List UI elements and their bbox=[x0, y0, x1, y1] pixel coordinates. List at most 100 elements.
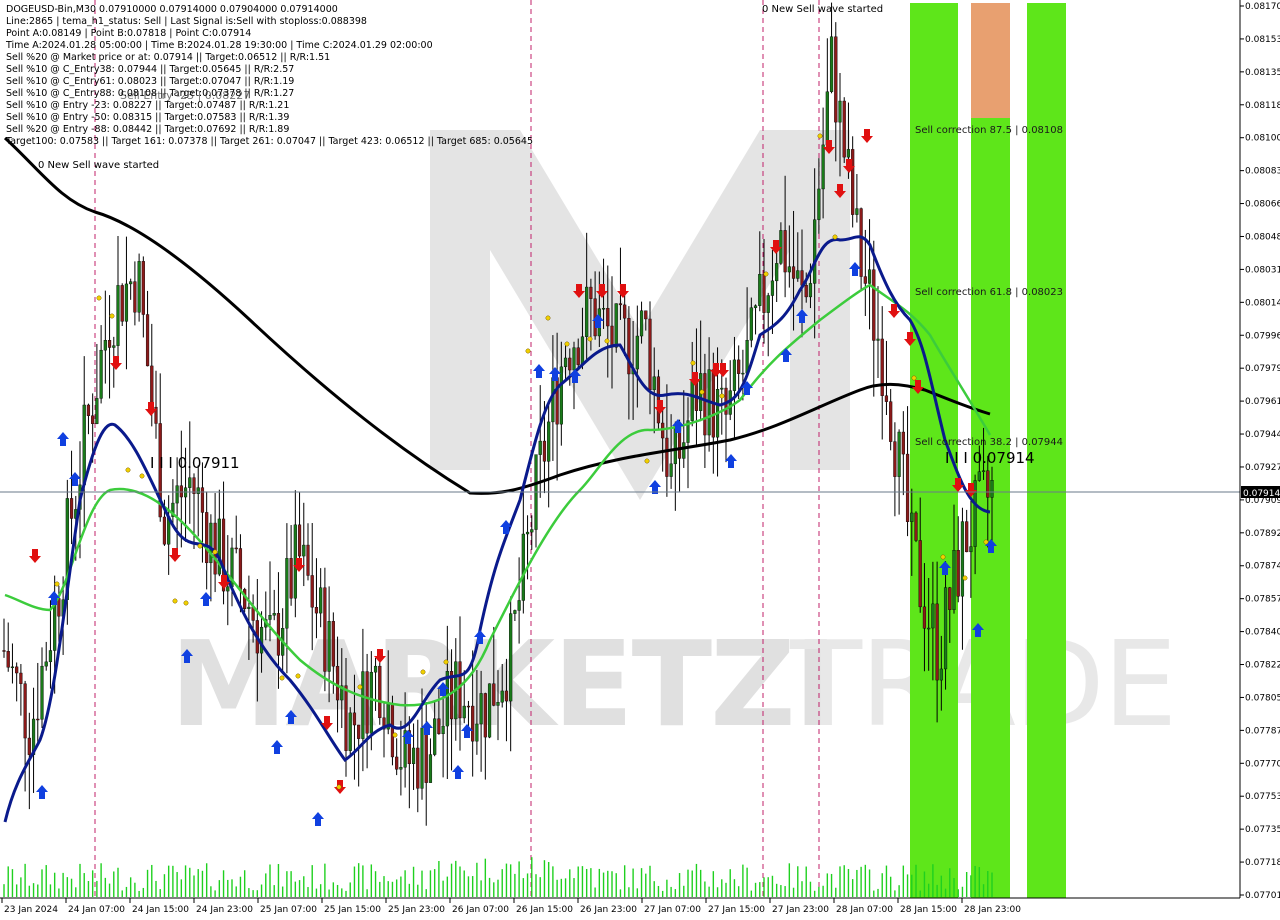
price-tick-label: 0.07927 bbox=[1245, 463, 1280, 473]
candle-body bbox=[196, 487, 200, 494]
candle-body bbox=[563, 357, 568, 368]
candle-body bbox=[285, 558, 289, 629]
candle-body bbox=[960, 521, 965, 597]
candle-body bbox=[665, 437, 669, 477]
info-line: DOGEUSD-Bin,M30 0.07910000 0.07914000 0.… bbox=[6, 4, 338, 15]
info-line: Sell %20 @ Entry -88: 0.08442 || Target:… bbox=[6, 124, 289, 135]
candle-body bbox=[787, 266, 791, 273]
candle-body bbox=[162, 516, 167, 545]
candle-body bbox=[36, 718, 40, 721]
candle-body bbox=[302, 544, 306, 557]
candle-body bbox=[867, 269, 872, 284]
candle-body bbox=[986, 470, 990, 498]
candle-body bbox=[475, 723, 479, 742]
candle-body bbox=[783, 230, 787, 273]
candle-body bbox=[95, 398, 99, 424]
signal-dot-icon bbox=[763, 271, 769, 277]
candle-body bbox=[521, 533, 525, 601]
candle-body bbox=[914, 512, 918, 541]
price-tick-label: 0.07718 bbox=[1245, 858, 1280, 868]
candle-body bbox=[103, 340, 107, 351]
candle-body bbox=[82, 404, 86, 486]
candle-body bbox=[399, 767, 403, 770]
candle-body bbox=[259, 626, 264, 654]
price-tick-label: 0.07753 bbox=[1245, 792, 1280, 802]
candle-body bbox=[766, 295, 770, 313]
candle-body bbox=[935, 603, 939, 681]
price-tick-label: 0.07874 bbox=[1245, 562, 1280, 572]
candle-body bbox=[188, 477, 192, 488]
candle-body bbox=[335, 666, 340, 701]
candle-body bbox=[361, 671, 365, 739]
candle-body bbox=[639, 310, 644, 337]
time-tick-label: 25 Jan 15:00 bbox=[324, 905, 381, 915]
candle-body bbox=[107, 340, 112, 348]
candle-body bbox=[23, 683, 27, 739]
candle-body bbox=[15, 666, 19, 674]
candle-body bbox=[576, 347, 580, 365]
signal-dot-icon bbox=[699, 389, 705, 395]
signal-dot-icon bbox=[911, 375, 917, 381]
candle-body bbox=[314, 607, 319, 614]
current-price-label: 0.07914 bbox=[1243, 489, 1280, 499]
candle-body bbox=[504, 690, 509, 702]
time-tick-label: 25 Jan 07:00 bbox=[260, 905, 317, 915]
candle-body bbox=[669, 463, 673, 477]
signal-dot-icon bbox=[545, 315, 551, 321]
candle-body bbox=[796, 270, 800, 279]
signal-dot-icon bbox=[420, 669, 426, 675]
candle-body bbox=[635, 335, 639, 370]
annotation-level-left: I I I 0.07911 bbox=[150, 454, 240, 472]
candle-body bbox=[226, 586, 230, 592]
price-tick-label: 0.08118 bbox=[1245, 101, 1280, 111]
candle-body bbox=[479, 693, 483, 725]
candle-body bbox=[124, 283, 129, 322]
candle-body bbox=[6, 651, 10, 668]
candle-body bbox=[395, 756, 399, 770]
price-tick-label: 0.07787 bbox=[1245, 726, 1280, 736]
candle-body bbox=[525, 531, 530, 535]
candle-body bbox=[192, 477, 196, 494]
candle-body bbox=[416, 747, 420, 789]
signal-dot-icon bbox=[139, 473, 145, 479]
time-tick-label: 23 Jan 2024 bbox=[4, 905, 58, 915]
time-tick-label: 26 Jan 15:00 bbox=[516, 905, 573, 915]
candle-body bbox=[749, 307, 753, 341]
info-line: Sell %10 @ C_Entry61: 0.08023 || Target:… bbox=[6, 76, 294, 87]
price-tick-label: 0.07892 bbox=[1245, 529, 1280, 539]
signal-dot-icon bbox=[940, 554, 946, 560]
candle-body bbox=[120, 285, 124, 322]
candle-body bbox=[585, 286, 589, 337]
info-line: Line:2865 | tema_h1_status: Sell | Last … bbox=[6, 16, 367, 27]
candle-body bbox=[487, 683, 492, 738]
signal-dot-icon bbox=[197, 543, 203, 549]
signal-dot-icon bbox=[962, 575, 968, 581]
candle-body bbox=[462, 705, 466, 719]
candle-body bbox=[234, 547, 238, 550]
price-tick-label: 0.08153 bbox=[1245, 35, 1280, 45]
price-tick-label: 0.08083 bbox=[1245, 167, 1280, 177]
candle-body bbox=[842, 100, 846, 158]
annotation-corr-382: Sell correction 38.2 | 0.07944 bbox=[915, 437, 1063, 448]
signal-dot-icon bbox=[125, 467, 131, 473]
candle-body bbox=[610, 325, 614, 348]
candle-body bbox=[690, 381, 694, 421]
candle-body bbox=[238, 548, 243, 590]
signal-dot-icon bbox=[54, 581, 60, 587]
price-tick-label: 0.07701 bbox=[1245, 891, 1280, 901]
annotation-level-right: I I I 0.07914 bbox=[945, 449, 1035, 467]
candle-body bbox=[872, 269, 876, 341]
candle-body bbox=[542, 440, 547, 462]
candle-body bbox=[27, 737, 31, 755]
candle-body bbox=[145, 314, 150, 367]
info-line: Sell %20 @ Market price or at: 0.07914 |… bbox=[6, 52, 330, 63]
candle-body bbox=[492, 683, 496, 706]
info-line: Time A:2024.01.28 05:00:00 | Time B:2024… bbox=[5, 40, 433, 51]
signal-dot-icon bbox=[719, 393, 725, 399]
candle-body bbox=[247, 606, 251, 609]
candle-body bbox=[758, 274, 762, 306]
candle-body bbox=[977, 471, 981, 481]
candle-body bbox=[589, 286, 593, 299]
candle-body bbox=[893, 441, 897, 477]
candle-body bbox=[538, 440, 542, 455]
